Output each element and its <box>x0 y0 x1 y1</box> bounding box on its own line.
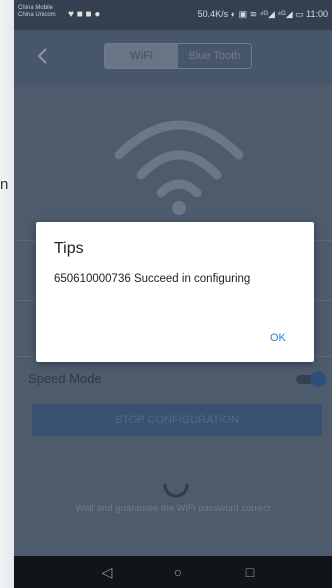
carrier-names: China Mobile China Unicom <box>18 5 56 19</box>
loading-spinner-icon <box>159 468 193 502</box>
photo-background-left <box>0 0 14 588</box>
carrier-1: China Mobile <box>18 5 54 11</box>
back-arrow-icon-svg <box>37 48 47 64</box>
system-nav-bar: ◁ ○ □ <box>14 556 332 588</box>
mode-switch: WiFi Blue Tooth <box>104 43 252 69</box>
wifi-illustration <box>109 105 249 225</box>
hint-text: Wait and guarantee the WiFi password cor… <box>75 503 271 514</box>
nav-back-icon[interactable]: ◁ <box>96 562 118 582</box>
speed-mode-toggle[interactable] <box>296 371 326 387</box>
tips-dialog: Tips 650610000736 Succeed in configuring… <box>36 222 314 362</box>
nav-recents-icon[interactable]: □ <box>239 562 261 582</box>
ok-button[interactable]: OK <box>264 330 292 346</box>
toggle-knob <box>310 371 326 387</box>
status-bar: China Mobile China Unicom ♥ ■ ■ ● 50.4K/… <box>14 0 332 30</box>
tab-bluetooth[interactable]: Blue Tooth <box>178 44 251 68</box>
status-right: 50.4K/s ◐ ▣ ≋ ⁴ᴳ◢ ⁴ᴳ◢ ▭ 11:00 <box>197 9 328 19</box>
app-header: WiFi Blue Tooth <box>14 30 332 84</box>
dialog-message: 650610000736 Succeed in configuring <box>54 273 251 285</box>
wifi-icon <box>114 120 244 215</box>
back-arrow-icon[interactable] <box>30 44 54 68</box>
stop-configuration-button[interactable]: STOP CONFIGURATION <box>32 404 322 436</box>
nav-home-icon[interactable]: ○ <box>167 562 189 582</box>
tab-wifi[interactable]: WiFi <box>105 44 178 68</box>
background-text-fragment: n <box>0 176 9 193</box>
phone-screen: China Mobile China Unicom ♥ ■ ■ ● 50.4K/… <box>14 0 332 588</box>
spinner-svg <box>163 483 189 498</box>
dialog-title: Tips <box>54 240 84 257</box>
speed-mode-label: Speed Mode <box>28 371 102 386</box>
notification-icons: ♥ ■ ■ ● <box>68 9 101 20</box>
carrier-2: China Unicom <box>18 12 56 18</box>
